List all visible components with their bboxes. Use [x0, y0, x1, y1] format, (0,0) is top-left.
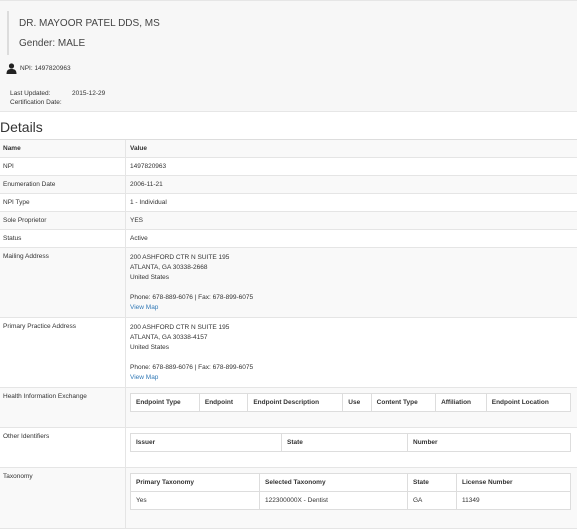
practice-address-label: Primary Practice Address: [0, 318, 126, 387]
practice-address-line2: ATLANTA, GA 30338-4157: [130, 334, 208, 341]
tax-col-primary: Primary Taxonomy: [130, 473, 260, 492]
mailing-address-line1: 200 ASHFORD CTR N SUITE 195: [130, 254, 230, 261]
tax-selected-value: 122300000X - Dentist: [259, 491, 408, 510]
certification-date-label: Certification Date:: [10, 99, 62, 106]
value-column-header: Value: [130, 145, 147, 152]
tax-primary-value: Yes: [130, 491, 260, 510]
tax-col-selected: Selected Taxonomy: [259, 473, 408, 492]
mailing-address-value: 200 ASHFORD CTR N SUITE 195 ATLANTA, GA …: [126, 248, 577, 317]
table-row: Primary Practice Address 200 ASHFORD CTR…: [0, 318, 577, 388]
provider-name: DR. MAYOOR PATEL DDS, MS: [19, 18, 160, 29]
table-row: Taxonomy Primary Taxonomy Selected Taxon…: [0, 468, 577, 529]
npi-value: 1497820963: [130, 163, 167, 170]
npi-summary-label: NPI: 1497820963: [20, 65, 71, 72]
npi-type-value: 1 - Individual: [130, 199, 167, 206]
table-row: Sole Proprietor YES: [0, 212, 577, 230]
oi-col-number: Number: [407, 433, 571, 452]
tax-license-value: 11349: [456, 491, 571, 510]
provider-header: DR. MAYOOR PATEL DDS, MS Gender: MALE NP…: [0, 0, 577, 112]
name-column-header: Name: [0, 140, 126, 157]
npi-summary: NPI: 1497820963: [6, 63, 71, 74]
practice-phone: Phone: 678-889-6076 | Fax: 678-899-6075: [130, 364, 254, 371]
oi-col-state: State: [281, 433, 408, 452]
hie-col-content-type: Content Type: [370, 393, 437, 412]
table-row: Health Information Exchange Endpoint Typ…: [0, 388, 577, 428]
last-updated-label: Last Updated:: [10, 90, 51, 97]
practice-address-line3: United States: [130, 344, 170, 351]
mailing-address-label: Mailing Address: [0, 248, 126, 317]
table-row: NPI 1497820963: [0, 158, 577, 176]
hie-value: Endpoint Type Endpoint Endpoint Descript…: [126, 388, 577, 427]
taxonomy-value: Primary Taxonomy Selected Taxonomy State…: [126, 468, 577, 528]
npi-type-label: NPI Type: [0, 194, 126, 211]
taxonomy-label: Taxonomy: [0, 468, 126, 528]
hie-col-endpoint: Endpoint: [198, 393, 249, 412]
table-row: Other Identifiers Issuer State Number: [0, 428, 577, 468]
mailing-view-map-link[interactable]: View Map: [130, 303, 573, 313]
hie-col-endpoint-type: Endpoint Type: [130, 393, 200, 412]
hie-table: Endpoint Type Endpoint Endpoint Descript…: [130, 393, 572, 412]
status-value: Active: [130, 235, 148, 242]
other-identifiers-label: Other Identifiers: [0, 428, 126, 467]
provider-gender: Gender: MALE: [19, 38, 86, 49]
hie-col-use: Use: [342, 393, 372, 412]
mailing-phone: Phone: 678-889-6076 | Fax: 678-899-6075: [130, 294, 254, 301]
other-identifiers-value: Issuer State Number: [126, 428, 577, 467]
practice-address-value: 200 ASHFORD CTR N SUITE 195 ATLANTA, GA …: [126, 318, 577, 387]
mailing-address-line2: ATLANTA, GA 30338-2668: [130, 264, 208, 271]
sole-proprietor-label: Sole Proprietor: [0, 212, 126, 229]
mailing-address-line3: United States: [130, 274, 170, 281]
details-header-row: Name Value: [0, 140, 577, 158]
hie-col-endpoint-description: Endpoint Description: [247, 393, 344, 412]
taxonomy-row: Yes 122300000X - Dentist GA 11349: [130, 491, 571, 510]
sole-proprietor-value: YES: [130, 217, 144, 224]
table-row: Status Active: [0, 230, 577, 248]
status-label: Status: [0, 230, 126, 247]
header-accent-bar: [7, 11, 9, 55]
tax-state-value: GA: [407, 491, 457, 510]
table-row: Mailing Address 200 ASHFORD CTR N SUITE …: [0, 248, 577, 318]
user-icon: [6, 63, 17, 74]
oi-col-issuer: Issuer: [130, 433, 282, 452]
table-row: Enumeration Date 2006-11-21: [0, 176, 577, 194]
taxonomy-table: Primary Taxonomy Selected Taxonomy State…: [130, 473, 571, 510]
practice-view-map-link[interactable]: View Map: [130, 373, 573, 383]
tax-col-license: License Number: [456, 473, 571, 492]
other-identifiers-table: Issuer State Number: [130, 433, 571, 452]
hie-col-affiliation: Affiliation: [435, 393, 487, 412]
tax-col-state: State: [407, 473, 457, 492]
hie-col-endpoint-location: Endpoint Location: [485, 393, 572, 412]
enumeration-date-value: 2006-11-21: [130, 181, 163, 188]
table-row: NPI Type 1 - Individual: [0, 194, 577, 212]
practice-address-line1: 200 ASHFORD CTR N SUITE 195: [130, 324, 230, 331]
enumeration-date-label: Enumeration Date: [0, 176, 126, 193]
details-table: Name Value NPI 1497820963 Enumeration Da…: [0, 139, 577, 529]
details-title: Details: [0, 119, 43, 135]
hie-label: Health Information Exchange: [0, 388, 126, 427]
last-updated-value: 2015-12-29: [72, 90, 106, 97]
npi-label: NPI: [0, 158, 126, 175]
